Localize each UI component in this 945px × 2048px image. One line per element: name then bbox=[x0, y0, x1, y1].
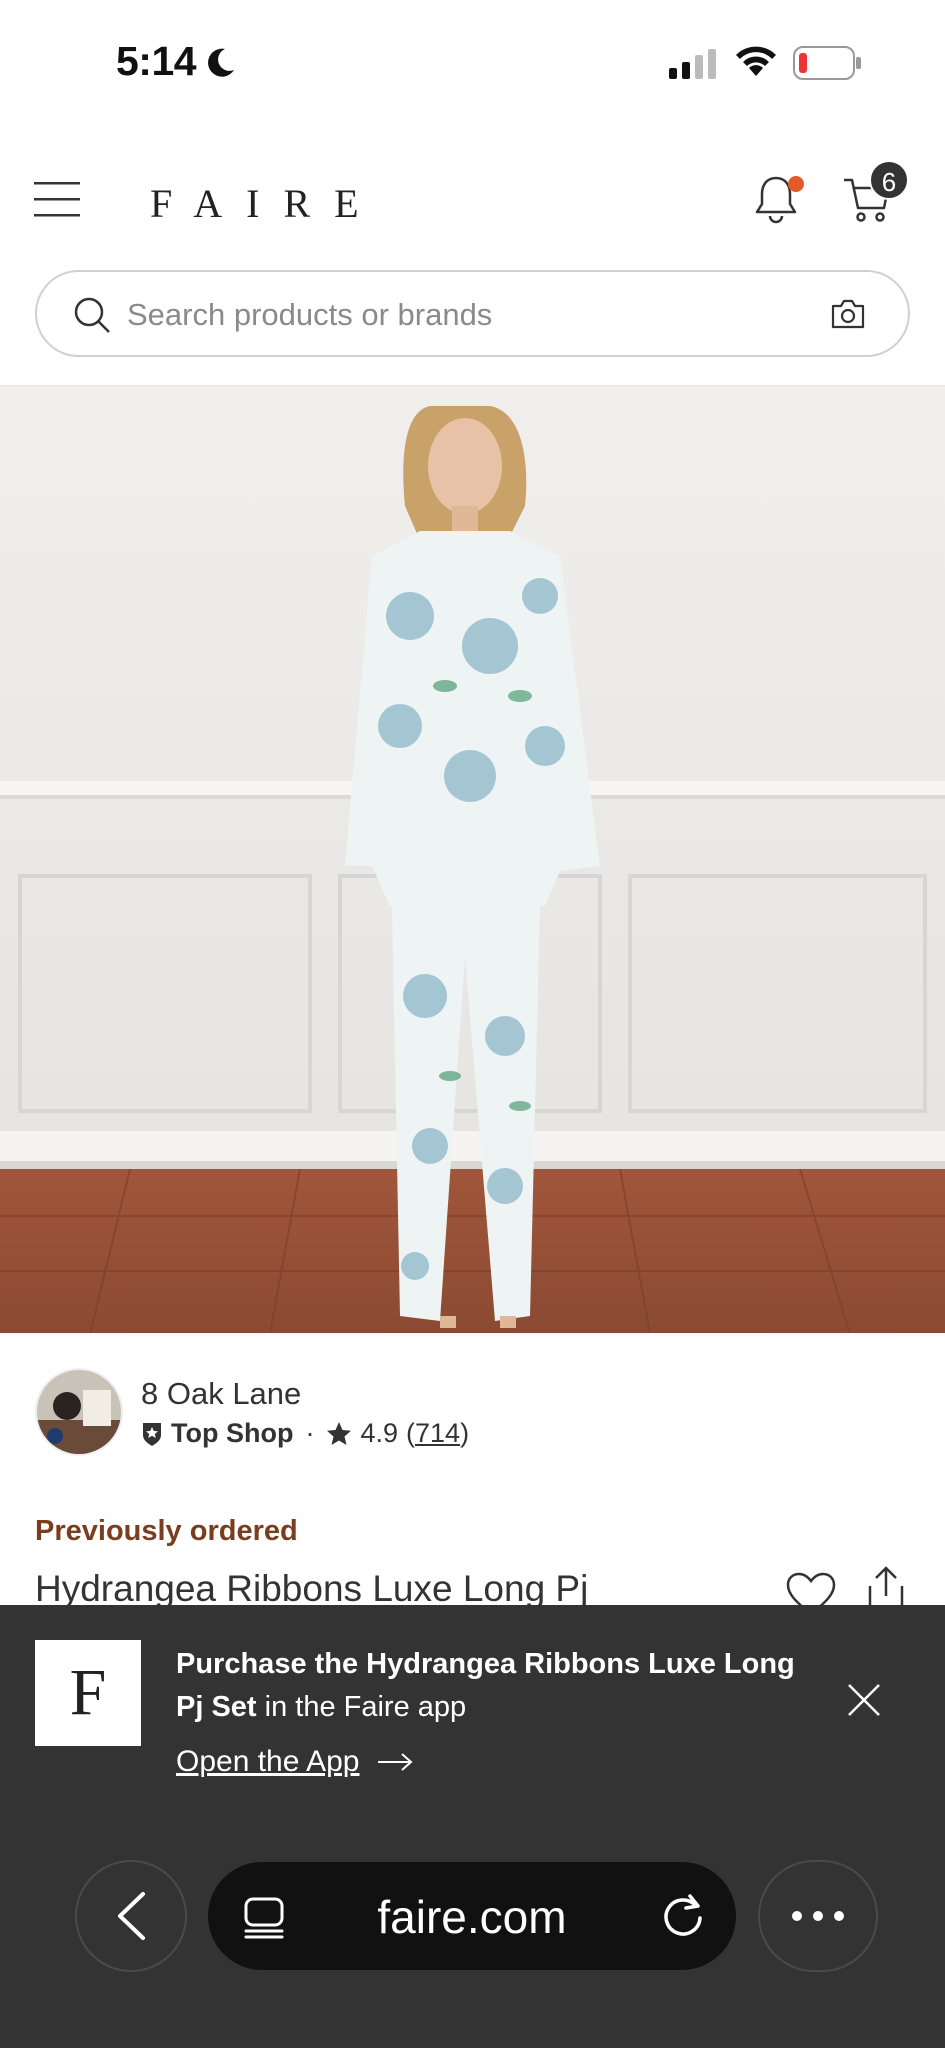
product-title: Hydrangea Ribbons Luxe Long Pj bbox=[35, 1568, 589, 1609]
signal-icon bbox=[669, 49, 716, 79]
battery-icon bbox=[793, 46, 861, 80]
browser-more-button[interactable] bbox=[758, 1860, 878, 1972]
top-shop-badge-icon bbox=[143, 1422, 161, 1446]
product-photo bbox=[0, 386, 945, 1333]
reload-icon[interactable] bbox=[660, 1892, 706, 1938]
meta-separator: · bbox=[305, 1418, 315, 1448]
shop-avatar[interactable] bbox=[35, 1368, 123, 1456]
browser-url-bar[interactable]: faire.com bbox=[208, 1862, 736, 1970]
app-install-banner: F Purchase the Hydrangea Ribbons Luxe Lo… bbox=[0, 1605, 945, 2048]
cart-count-badge: 6 bbox=[869, 160, 909, 200]
faire-logo[interactable]: FAIRE bbox=[150, 180, 383, 227]
chevron-left-icon bbox=[118, 1892, 145, 1940]
arrow-right-icon bbox=[377, 1753, 413, 1771]
moon-icon bbox=[208, 48, 234, 77]
open-app-link[interactable]: Open the App bbox=[176, 1745, 414, 1779]
faire-app-logo: F bbox=[35, 1640, 141, 1746]
product-image[interactable] bbox=[0, 385, 945, 1333]
banner-message-rest: in the Faire app bbox=[256, 1691, 467, 1723]
previously-ordered-label: Previously ordered bbox=[35, 1515, 298, 1547]
search-icon bbox=[74, 297, 110, 333]
menu-icon[interactable] bbox=[34, 180, 80, 218]
shop-rating: 4.9 bbox=[360, 1418, 399, 1448]
banner-message: Purchase the Hydrangea Ribbons Luxe Long… bbox=[176, 1643, 796, 1729]
star-icon bbox=[327, 1421, 352, 1445]
status-time: 5:14 bbox=[116, 38, 197, 84]
wifi-icon bbox=[736, 46, 776, 76]
shop-review-count[interactable]: (714) bbox=[406, 1418, 469, 1449]
search-placeholder: Search products or brands bbox=[127, 297, 493, 332]
top-shop-label: Top Shop bbox=[171, 1418, 294, 1448]
camera-icon[interactable] bbox=[830, 298, 866, 330]
shop-name[interactable]: 8 Oak Lane bbox=[141, 1376, 301, 1412]
open-app-label: Open the App bbox=[176, 1745, 360, 1778]
more-dots-icon bbox=[792, 1911, 844, 1921]
search-input[interactable]: Search products or brands bbox=[35, 270, 910, 357]
status-bar: 5:14 bbox=[0, 0, 945, 120]
browser-back-button[interactable] bbox=[75, 1860, 187, 1972]
browser-url: faire.com bbox=[377, 1891, 567, 1943]
header: FAIRE 6 bbox=[0, 150, 945, 250]
notification-dot bbox=[788, 176, 804, 192]
shop-meta: Top Shop · 4.9 (714) bbox=[141, 1418, 469, 1449]
close-icon[interactable] bbox=[847, 1683, 881, 1717]
